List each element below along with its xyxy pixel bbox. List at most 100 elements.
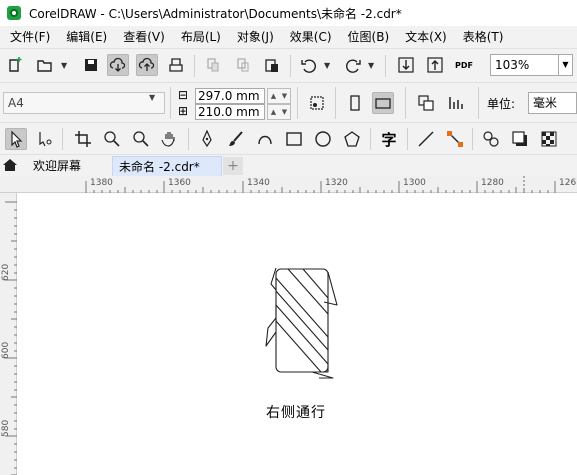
- cloud-download-icon[interactable]: [107, 54, 129, 76]
- portrait-icon[interactable]: [344, 92, 366, 114]
- crop-tool-icon[interactable]: [72, 128, 94, 150]
- drop-shadow-tool-icon[interactable]: [509, 128, 531, 150]
- paste-icon[interactable]: [261, 54, 283, 76]
- sign-caption[interactable]: 右侧通行: [266, 402, 326, 422]
- transparency-tool-icon[interactable]: [538, 128, 560, 150]
- page-size-dropdown-icon[interactable]: ▼: [149, 93, 155, 102]
- stripe-3: [287, 268, 329, 315]
- dimension-tool-icon[interactable]: [415, 128, 437, 150]
- property-bar: A4 ▼ ⊟ 297.0 mm ▲ ▼ ⊞ 210.0 mm ▲ ▼ 单位: 毫米: [0, 82, 577, 122]
- toolbar-separator: [385, 55, 386, 77]
- pan-tool-icon[interactable]: [159, 128, 181, 150]
- all-pages-icon[interactable]: [415, 92, 437, 114]
- ruler-label: 1360: [168, 178, 191, 188]
- pick-tool-icon[interactable]: [5, 128, 27, 150]
- toolbar-separator: [335, 87, 336, 119]
- toolbar-separator: [290, 55, 291, 77]
- menu-bar: 文件(F) 编辑(E) 查看(V) 布局(L) 对象(J) 效果(C) 位图(B…: [0, 26, 577, 48]
- add-tab-button[interactable]: +: [223, 157, 243, 175]
- ruler-label: 126: [559, 178, 577, 188]
- publish-pdf-icon[interactable]: PDF: [453, 54, 475, 76]
- horizontal-ruler[interactable]: 1380 1360 1340 1320 1300 1280 126: [0, 176, 577, 193]
- ruler-label: 1300: [403, 178, 426, 188]
- ruler-label: 580: [1, 419, 11, 437]
- page-layout-icon[interactable]: [306, 92, 328, 114]
- open-dropdown-icon[interactable]: ▼: [61, 61, 67, 70]
- redo-icon[interactable]: [342, 54, 364, 76]
- window-title: CorelDRAW - C:\Users\Administrator\Docum…: [29, 6, 402, 21]
- ruler-label: 620: [1, 263, 11, 281]
- title-bar: CorelDRAW - C:\Users\Administrator\Docum…: [0, 0, 577, 26]
- toolbar-separator: [297, 87, 298, 119]
- menu-object[interactable]: 对象(J): [229, 26, 282, 48]
- toolbar-separator: [62, 128, 63, 150]
- landscape-icon[interactable]: [372, 92, 394, 114]
- cloud-upload-icon[interactable]: [136, 54, 158, 76]
- drawing-canvas[interactable]: [18, 194, 577, 475]
- toolbox: 字: [0, 122, 577, 154]
- zoom-tool-icon[interactable]: [101, 128, 123, 150]
- document-tabs: 欢迎屏幕 未命名 -2.cdr* +: [0, 154, 577, 177]
- zoom-level-input[interactable]: 103%: [490, 54, 559, 76]
- curve-tool-icon[interactable]: [254, 128, 276, 150]
- pen-tool-icon[interactable]: [196, 128, 218, 150]
- wedge-bottom: [311, 371, 334, 379]
- text-tool-glyph: 字: [381, 130, 397, 149]
- page-size-select[interactable]: A4: [3, 92, 165, 114]
- menu-edit[interactable]: 编辑(E): [58, 26, 115, 48]
- ellipse-tool-icon[interactable]: [312, 128, 334, 150]
- menu-effects[interactable]: 效果(C): [282, 26, 340, 48]
- connector-tool-icon[interactable]: [444, 128, 466, 150]
- redo-dropdown-icon[interactable]: ▼: [368, 61, 374, 70]
- width-spinner[interactable]: ▲ ▼: [267, 88, 291, 104]
- height-icon: ⊞: [178, 104, 189, 118]
- vertical-ruler[interactable]: 620 600 580: [0, 193, 17, 475]
- menu-bitmaps[interactable]: 位图(B): [340, 26, 398, 48]
- toolbar-separator: [405, 87, 406, 119]
- undo-icon[interactable]: [298, 54, 320, 76]
- ruler-label: 1380: [90, 178, 113, 188]
- units-label: 单位:: [487, 97, 516, 111]
- menu-table[interactable]: 表格(T): [455, 26, 512, 48]
- menu-file[interactable]: 文件(F): [0, 26, 58, 48]
- toolbar-separator: [170, 87, 171, 119]
- polygon-tool-icon[interactable]: [341, 128, 363, 150]
- wedge-right-top: [323, 271, 338, 306]
- pdf-label: PDF: [455, 60, 473, 70]
- tab-document[interactable]: 未命名 -2.cdr*: [112, 156, 222, 177]
- zoom-dropdown-icon[interactable]: ▼: [559, 54, 573, 76]
- tab-welcome-screen[interactable]: 欢迎屏幕: [27, 156, 87, 177]
- height-spinner[interactable]: ▲ ▼: [267, 104, 291, 120]
- current-page-icon[interactable]: [445, 92, 467, 114]
- copy-icon[interactable]: [232, 54, 254, 76]
- units-select[interactable]: 毫米: [528, 92, 577, 114]
- page-height-input[interactable]: 210.0 mm: [195, 104, 265, 120]
- toolbar-separator: [478, 87, 479, 119]
- rectangle-tool-icon[interactable]: [283, 128, 305, 150]
- magnify-tool-icon[interactable]: [130, 128, 152, 150]
- ruler-label: 1280: [481, 178, 504, 188]
- shape-tool-icon[interactable]: [34, 128, 56, 150]
- print-icon[interactable]: [165, 54, 187, 76]
- brush-tool-icon[interactable]: [225, 128, 247, 150]
- undo-dropdown-icon[interactable]: ▼: [324, 61, 330, 70]
- stripe-2: [275, 304, 329, 373]
- ruler-label: 1340: [247, 178, 270, 188]
- open-folder-icon[interactable]: [34, 54, 56, 76]
- keep-right-sign-drawing[interactable]: [263, 264, 343, 379]
- blend-tool-icon[interactable]: [480, 128, 502, 150]
- export-icon[interactable]: [424, 54, 446, 76]
- toolbar-separator: [407, 128, 408, 150]
- new-document-icon[interactable]: [5, 54, 27, 76]
- toolbar-separator: [188, 128, 189, 150]
- text-tool-icon[interactable]: 字: [378, 128, 400, 150]
- home-icon[interactable]: [2, 157, 18, 173]
- page-width-input[interactable]: 297.0 mm: [195, 88, 265, 104]
- menu-view[interactable]: 查看(V): [115, 26, 173, 48]
- menu-text[interactable]: 文本(X): [397, 26, 455, 48]
- save-icon[interactable]: [80, 54, 102, 76]
- menu-layout[interactable]: 布局(L): [173, 26, 229, 48]
- coreldraw-logo-icon: [7, 6, 21, 20]
- import-icon[interactable]: [395, 54, 417, 76]
- cut-icon[interactable]: [202, 54, 224, 76]
